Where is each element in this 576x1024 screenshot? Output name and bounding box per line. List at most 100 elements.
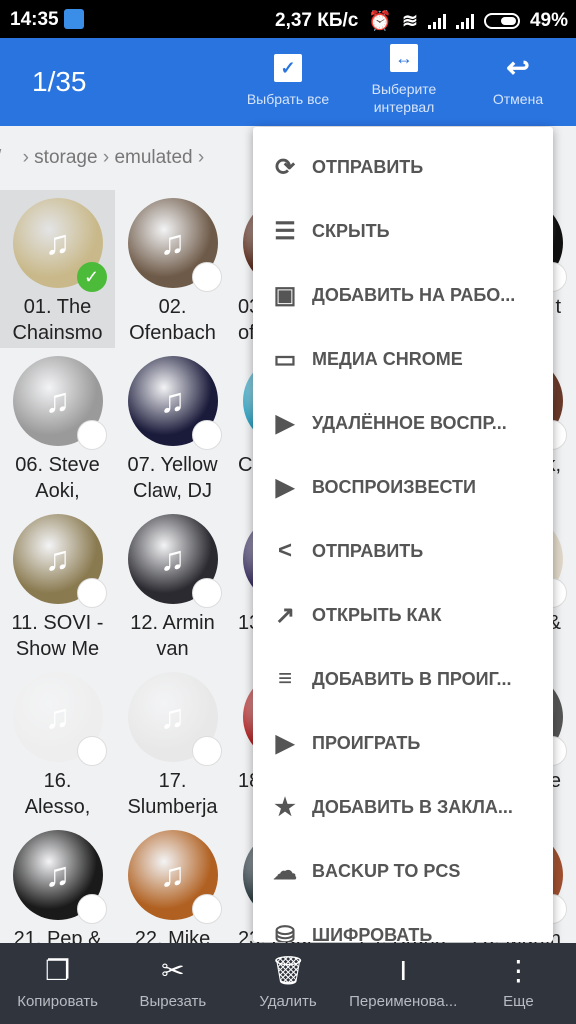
menu-item[interactable]: ⟳ ОТПРАВИТЬ (253, 135, 553, 199)
sync-bolt-icon: ⟳ (274, 153, 296, 181)
menu-item[interactable]: ☰ СКРЫТЬ (253, 199, 553, 263)
cancel-label: Отмена (492, 91, 544, 107)
select-all-label: Выбрать все (246, 91, 330, 107)
network-speed: 2,37 КБ/с (275, 10, 359, 31)
music-note-icon: ♫ (44, 224, 71, 262)
menu-item[interactable]: ▶ ПРОИГРАТЬ (253, 711, 553, 775)
cancel-button[interactable]: ↩ Отмена (480, 38, 556, 126)
menu-item-label: ОТКРЫТЬ КАК (312, 604, 442, 625)
bottom-action-trash[interactable]: 🗑 Удалить (230, 943, 345, 1024)
copy-icon: ❐ (45, 955, 71, 986)
file-name-line2: Chainsmo (12, 322, 103, 344)
music-note-icon: ♫ (44, 382, 71, 420)
add-playlist-icon: ≡ (277, 665, 292, 692)
open-external-icon: ↗ (274, 601, 296, 629)
selection-toolbar: 1/35 ✓ Выбрать все ↔ Выберите интервал ↩… (0, 38, 576, 126)
album-art: ♫ (127, 514, 222, 608)
cloud-upload-icon: ☁ (273, 857, 297, 885)
select-checkbox[interactable] (76, 736, 107, 766)
file-name-line2: Show Me (15, 638, 100, 660)
remote-play-icon: ▶ (275, 409, 295, 437)
signal-icon-2 (455, 13, 474, 29)
select-range-button[interactable]: ↔ Выберите интервал (356, 38, 452, 126)
app-notification-icon (64, 9, 84, 29)
select-checkbox[interactable] (191, 894, 222, 924)
bottom-action-scissors[interactable]: ✂ Вырезать (115, 943, 230, 1024)
menu-item-label: ОТПРАВИТЬ (312, 540, 424, 561)
alarm-icon: ⏰ (368, 11, 393, 32)
bottom-action-label: Переименова... (349, 993, 458, 1010)
music-note-icon: ♫ (44, 856, 71, 894)
file-tile[interactable]: ♫ 07. Yellow Claw, DJ (115, 348, 230, 506)
scissors-icon: ✂ (161, 955, 185, 986)
select-checkbox[interactable] (76, 894, 107, 924)
menu-item[interactable]: ☁ BACKUP TO PCS (253, 839, 553, 903)
music-note-icon: ♫ (159, 540, 186, 578)
more-icon: ⋮ (504, 955, 533, 986)
file-tile[interactable]: ♫ 02. Ofenbach (115, 190, 230, 348)
menu-item-label: ШИФРОВАТЬ (312, 924, 433, 943)
trash-icon: 🗑 (270, 955, 306, 986)
album-art: ♫ (127, 830, 222, 924)
play-cast-icon: ▶ (275, 473, 295, 501)
menu-item[interactable]: ▶ ВОСПРОИЗВЕСТИ (253, 455, 553, 519)
file-tile[interactable]: ♫ 11. SOVI - Show Me (0, 506, 115, 664)
file-tile[interactable]: ♫ 17. Slumberja (115, 664, 230, 822)
signal-icon (427, 13, 446, 29)
play-icon: ▶ (275, 729, 295, 757)
menu-item[interactable]: ▣ ДОБАВИТЬ НА РАБО... (253, 263, 553, 327)
file-name-line1: 12. Armin (130, 612, 215, 634)
file-tile[interactable]: ♫ 22. Mike (115, 822, 230, 945)
select-all-button[interactable]: ✓ Выбрать все (236, 38, 340, 126)
menu-item-label: ВОСПРОИЗВЕСТИ (312, 476, 476, 497)
menu-item[interactable]: < ОТПРАВИТЬ (253, 519, 553, 583)
select-checkbox[interactable] (191, 420, 222, 450)
menu-item-label: ПРОИГРАТЬ (312, 732, 421, 753)
menu-item-label: BACKUP TO PCS (312, 860, 461, 881)
menu-item-label: ОТПРАВИТЬ (312, 156, 424, 177)
select-checkbox[interactable]: ✓ (76, 262, 107, 292)
bottom-action-copy[interactable]: ❐ Копировать (0, 943, 115, 1024)
menu-item[interactable]: ⛁ ШИФРОВАТЬ (253, 903, 553, 943)
bottom-action-more[interactable]: ⋮ Еще (461, 943, 576, 1024)
bottom-action-label: Вырезать (139, 993, 207, 1010)
file-tile[interactable]: ♫ 12. Armin van (115, 506, 230, 664)
breadcrumb-storage[interactable]: storage (34, 147, 97, 168)
file-name-line1: 17. (158, 770, 187, 792)
select-checkbox[interactable] (191, 736, 222, 766)
selection-count: 1/35 (32, 66, 87, 97)
menu-item[interactable]: ↗ ОТКРЫТЬ КАК (253, 583, 553, 647)
menu-item[interactable]: ▶ УДАЛЁННОЕ ВОСПР... (253, 391, 553, 455)
file-tile[interactable]: ♫ 16. Alesso, (0, 664, 115, 822)
file-name-line2: Claw, DJ (133, 480, 212, 502)
select-checkbox[interactable] (76, 420, 107, 450)
music-note-icon: ♫ (159, 698, 186, 736)
select-checkbox[interactable] (191, 578, 222, 608)
file-name-line1: 16. (43, 770, 72, 792)
menu-item[interactable]: ≡ ДОБАВИТЬ В ПРОИГ... (253, 647, 553, 711)
add-shortcut-icon: ▣ (273, 281, 297, 309)
select-checkbox[interactable] (76, 578, 107, 608)
album-art: ♫ ✓ (12, 198, 107, 292)
file-tile[interactable]: ♫ 21. Pep & (0, 822, 115, 945)
bottom-action-label: Копировать (17, 993, 98, 1010)
file-name-line2: Slumberja (127, 796, 218, 818)
checkbox-icon: ✓ (274, 54, 302, 82)
select-checkbox[interactable] (191, 262, 222, 292)
album-art: ♫ (127, 356, 222, 450)
file-name-line1: 07. Yellow (127, 454, 218, 476)
context-menu: ⟳ ОТПРАВИТЬ ☰ СКРЫТЬ ▣ ДОБАВИТЬ НА РАБО... ▭ МЕ… (253, 127, 553, 942)
share-icon: < (277, 537, 292, 564)
bottom-action-rename[interactable]: I Переименова... (346, 943, 461, 1024)
clock: 14:35 (10, 9, 59, 30)
file-tile[interactable]: ♫ 06. Steve Aoki, (0, 348, 115, 506)
album-art: ♫ (127, 198, 222, 292)
album-art: ♫ (12, 830, 107, 924)
breadcrumb-emulated[interactable]: emulated (114, 147, 192, 168)
music-note-icon: ♫ (159, 856, 186, 894)
file-name-line2: Alesso, (24, 796, 91, 818)
menu-item[interactable]: ▭ МЕДИА CHROME (253, 327, 553, 391)
music-note-icon: ♫ (44, 698, 71, 736)
file-tile[interactable]: ♫ ✓ 01. The Chainsmo (0, 190, 115, 348)
menu-item[interactable]: ★ ДОБАВИТЬ В ЗАКЛА... (253, 775, 553, 839)
